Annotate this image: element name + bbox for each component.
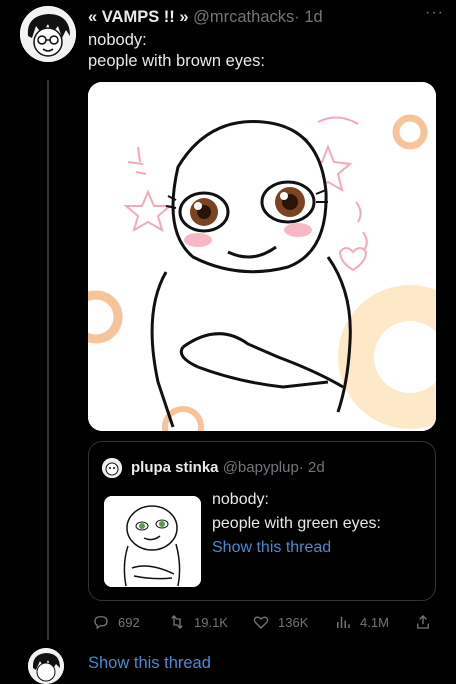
quoted-author-avatar[interactable] xyxy=(102,458,122,478)
tweet-header: « VAMPS !! » @mrcathacks· 1d ··· xyxy=(88,4,444,30)
author-avatar-small[interactable] xyxy=(28,648,64,684)
views-button[interactable]: 4.1M xyxy=(334,610,389,634)
tweet-image[interactable] xyxy=(88,82,436,431)
like-button[interactable]: 136K xyxy=(252,610,308,634)
tweet-time[interactable]: · 1d xyxy=(294,8,322,26)
author-name[interactable]: « VAMPS !! » xyxy=(88,8,189,26)
quoted-tweet-time: · 2d xyxy=(298,459,325,476)
tweet-text-line: people with brown eyes: xyxy=(88,52,266,70)
thread-connector-line xyxy=(47,80,49,640)
quoted-author-handle[interactable]: @bapyplup xyxy=(223,459,299,476)
tweet-actions: 692 19.1K 136K 4.1M xyxy=(88,610,436,634)
quoted-text-line: people with green eyes: xyxy=(212,515,381,532)
more-icon[interactable]: ··· xyxy=(425,4,444,22)
like-icon xyxy=(253,616,269,629)
quoted-tweet-header: plupa stinka @bapyplup· 2d xyxy=(131,459,325,476)
reply-button[interactable]: 692 xyxy=(92,610,140,634)
like-count: 136K xyxy=(278,614,309,630)
reply-count: 692 xyxy=(118,614,140,630)
retweet-count: 19.1K xyxy=(194,614,228,630)
quoted-author-name[interactable]: plupa stinka xyxy=(131,459,219,476)
quoted-tweet[interactable]: plupa stinka @bapyplup· 2d nobody: peopl… xyxy=(88,441,436,601)
tweet-text-line: nobody: xyxy=(88,31,147,49)
views-icon xyxy=(337,616,350,628)
quoted-tweet-text: nobody: people with green eyes: Show thi… xyxy=(212,488,381,560)
quoted-tweet-image[interactable] xyxy=(104,496,201,587)
views-count: 4.1M xyxy=(360,614,389,630)
tweet-text: nobody: people with brown eyes: xyxy=(88,30,265,72)
retweet-button[interactable]: 19.1K xyxy=(168,610,228,634)
show-thread-link[interactable]: Show this thread xyxy=(88,654,211,673)
quoted-text-line: nobody: xyxy=(212,491,269,508)
author-avatar[interactable] xyxy=(20,6,76,62)
reply-icon xyxy=(94,616,108,630)
share-button[interactable] xyxy=(414,610,432,634)
share-icon xyxy=(417,615,429,629)
quoted-show-thread-link[interactable]: Show this thread xyxy=(212,536,381,560)
retweet-icon xyxy=(171,615,183,629)
author-handle[interactable]: @mrcathacks xyxy=(193,8,294,26)
